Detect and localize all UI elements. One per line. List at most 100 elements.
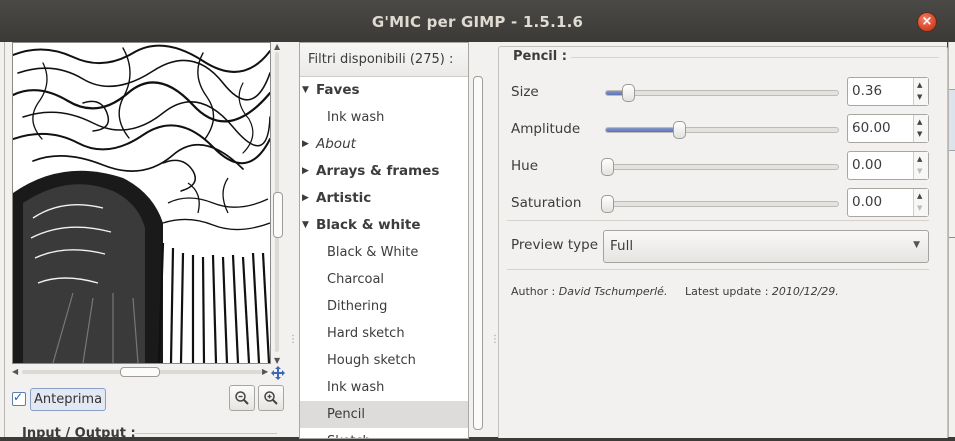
- filter-category[interactable]: ▼ Faves: [300, 77, 468, 104]
- separator: [507, 220, 929, 221]
- param-amplitude: Amplitude 60.00 ▲ ▼: [499, 114, 947, 144]
- param-label: Saturation: [511, 195, 582, 211]
- triangle-right-icon[interactable]: ▶: [302, 131, 309, 158]
- scroll-thumb[interactable]: [473, 76, 483, 430]
- filter-row-label: Charcoal: [327, 272, 385, 287]
- param-value[interactable]: 0.36: [852, 83, 882, 99]
- update-label: Latest update :: [684, 285, 769, 298]
- spin-up-icon[interactable]: ▲: [917, 155, 922, 163]
- filter-item[interactable]: Charcoal: [300, 266, 468, 293]
- filter-item[interactable]: Sketch: [300, 428, 468, 438]
- param-value[interactable]: 0.00: [852, 194, 882, 210]
- filter-category[interactable]: ▼ Black & white: [300, 212, 468, 239]
- param-value[interactable]: 60.00: [852, 120, 891, 136]
- scroll-down-icon[interactable]: ▼: [274, 356, 280, 365]
- filter-category[interactable]: ▶ Artistic: [300, 185, 468, 212]
- spin-up-icon[interactable]: ▲: [917, 118, 922, 126]
- preview-type-label: Preview type: [511, 237, 598, 253]
- background-window-edge-right: [948, 42, 955, 437]
- param-spinbox[interactable]: 0.00 ▲ ▼: [847, 188, 929, 217]
- filter-list-scrollbar[interactable]: [470, 42, 484, 437]
- param-slider[interactable]: [601, 195, 839, 213]
- filter-item[interactable]: Hough sketch: [300, 347, 468, 374]
- filter-item[interactable]: Ink wash: [300, 374, 468, 401]
- gmic-dialog: ▲ ▼ ◀ ▶ Anteprima Input / Output : ⋮: [5, 42, 948, 441]
- spin-down-icon[interactable]: ▼: [917, 167, 922, 175]
- group-divider: [569, 57, 939, 58]
- triangle-right-icon[interactable]: ▶: [302, 158, 309, 185]
- spin-buttons[interactable]: ▲ ▼: [913, 152, 928, 179]
- chevron-down-icon: ▼: [913, 240, 920, 250]
- param-spinbox[interactable]: 60.00 ▲ ▼: [847, 114, 929, 143]
- spin-up-icon[interactable]: ▲: [917, 192, 922, 200]
- zoom-in-button[interactable]: [258, 385, 284, 411]
- input-output-divider: [135, 433, 277, 434]
- spin-buttons[interactable]: ▲ ▼: [913, 189, 928, 216]
- param-label: Size: [511, 84, 539, 100]
- spin-down-icon[interactable]: ▼: [917, 130, 922, 138]
- preview-toggle[interactable]: Anteprima: [12, 387, 107, 411]
- param-spinbox[interactable]: 0.36 ▲ ▼: [847, 77, 929, 106]
- filter-row-label: Pencil: [327, 407, 365, 422]
- triangle-right-icon[interactable]: ▶: [302, 185, 309, 212]
- triangle-down-icon[interactable]: ▼: [302, 77, 309, 104]
- scroll-thumb[interactable]: [120, 367, 160, 377]
- preview-checkbox[interactable]: [12, 390, 26, 406]
- filter-item[interactable]: Hard sketch: [300, 320, 468, 347]
- scroll-up-icon[interactable]: ▲: [274, 42, 280, 51]
- title-bar: G'MIC per GIMP - 1.5.1.6 ×: [0, 0, 955, 42]
- filter-row-label: Arrays & frames: [316, 163, 440, 179]
- preview-type-value: Full: [610, 238, 634, 254]
- filter-parameters: Pencil : Size 0.36 ▲ ▼ Amplitude 60.00 ▲ ▼ Hue 0.…: [498, 46, 948, 438]
- param-label: Hue: [511, 158, 539, 174]
- move-icon[interactable]: [271, 366, 285, 380]
- pane-resize-handle[interactable]: ⋮: [490, 335, 500, 345]
- filter-category[interactable]: ▶ Arrays & frames: [300, 158, 468, 185]
- filter-item[interactable]: Ink wash: [300, 104, 468, 131]
- preview-type-select[interactable]: Full ▼: [603, 230, 929, 263]
- author-label: Author :: [511, 285, 556, 298]
- preview-vertical-scrollbar[interactable]: ▲ ▼: [271, 42, 283, 367]
- slider-handle[interactable]: [601, 158, 614, 176]
- param-slider[interactable]: [605, 121, 839, 139]
- pane-resize-handle[interactable]: ⋮: [288, 335, 298, 345]
- zoom-out-icon: [235, 391, 249, 405]
- scroll-thumb[interactable]: [273, 192, 283, 238]
- slider-handle[interactable]: [601, 195, 614, 213]
- spin-buttons[interactable]: ▲ ▼: [913, 78, 928, 105]
- param-slider[interactable]: [601, 158, 839, 176]
- background-stub: [949, 89, 955, 151]
- spin-down-icon[interactable]: ▼: [917, 204, 922, 212]
- slider-handle[interactable]: [672, 121, 686, 139]
- filter-item[interactable]: Pencil: [300, 401, 468, 428]
- preview-horizontal-scrollbar[interactable]: ◀ ▶: [12, 366, 270, 378]
- filter-item[interactable]: Black & White: [300, 239, 468, 266]
- param-value[interactable]: 0.00: [852, 157, 882, 173]
- triangle-down-icon[interactable]: ▼: [302, 212, 309, 239]
- filter-item[interactable]: Dithering: [300, 293, 468, 320]
- filter-row-label: Artistic: [316, 190, 372, 206]
- update-date: 2010/12/29.: [771, 285, 839, 298]
- preview-image[interactable]: [12, 42, 271, 364]
- spin-down-icon[interactable]: ▼: [917, 93, 922, 101]
- filter-category[interactable]: ▶ About: [300, 131, 468, 158]
- filter-row-label: Hough sketch: [327, 353, 416, 368]
- param-spinbox[interactable]: 0.00 ▲ ▼: [847, 151, 929, 180]
- param-slider[interactable]: [605, 84, 839, 102]
- scroll-right-icon[interactable]: ▶: [262, 367, 268, 376]
- scroll-left-icon[interactable]: ◀: [12, 367, 18, 376]
- preview-sketch: [13, 43, 270, 363]
- close-icon[interactable]: ×: [918, 13, 936, 31]
- preview-checkbox-label[interactable]: Anteprima: [30, 387, 107, 411]
- filter-row-label: Black & White: [327, 245, 419, 260]
- filter-row-label: Dithering: [327, 299, 388, 314]
- param-saturation: Saturation 0.00 ▲ ▼: [499, 188, 947, 218]
- slider-handle[interactable]: [621, 84, 635, 102]
- filter-tree[interactable]: Filtri disponibili (275) : ▼ Faves Ink was…: [299, 42, 469, 439]
- zoom-out-button[interactable]: [229, 385, 255, 411]
- spin-buttons[interactable]: ▲ ▼: [913, 115, 928, 142]
- slider-fill: [606, 128, 678, 132]
- filter-list-header[interactable]: Filtri disponibili (275) :: [300, 43, 468, 77]
- param-hue: Hue 0.00 ▲ ▼: [499, 151, 947, 181]
- spin-up-icon[interactable]: ▲: [917, 81, 922, 89]
